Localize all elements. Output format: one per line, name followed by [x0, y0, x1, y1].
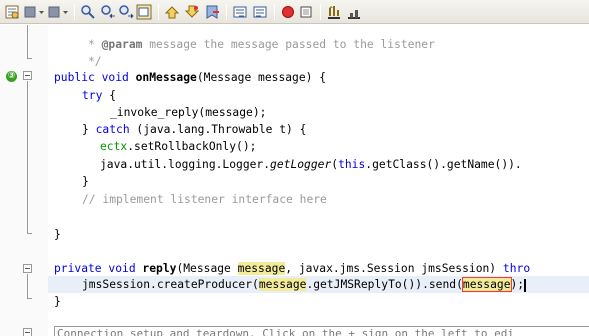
toolbar-separator	[320, 4, 321, 20]
shift-right-icon[interactable]	[184, 4, 200, 20]
code-line-3: public void onMessage(Message message) {	[54, 71, 327, 84]
editor-toolbar	[0, 0, 589, 24]
code-line-5: _invoke_reply(message);	[110, 106, 267, 119]
code-line-14: }	[54, 295, 61, 308]
toolbar-separator	[158, 4, 159, 20]
fold-toggle-collapsed[interactable]	[23, 328, 32, 336]
fold-line	[27, 81, 28, 233]
forward-dropdown-icon[interactable]	[62, 4, 69, 20]
back-icon[interactable]	[24, 4, 38, 20]
code-line-11: }	[54, 228, 61, 241]
matched-occurrence: message	[461, 277, 512, 292]
fold-end	[27, 298, 32, 299]
shift-left-icon[interactable]	[164, 4, 180, 20]
code-line-1: * @param message the message passed to t…	[54, 38, 435, 51]
fold-end	[27, 233, 32, 234]
text-caret	[524, 278, 527, 292]
editor-gutter: ③	[0, 25, 48, 336]
find-next-icon[interactable]	[118, 4, 134, 20]
history-icon[interactable]	[4, 4, 20, 20]
find-previous-icon[interactable]	[100, 4, 116, 20]
code-editor[interactable]: * @param message the message passed to t…	[48, 25, 589, 336]
collapsed-code-fold[interactable]: Connection setup and teardown. Click on …	[54, 326, 589, 336]
next-bookmark-icon[interactable]	[252, 4, 268, 20]
toolbar-separator	[226, 4, 227, 20]
chart-icon[interactable]	[346, 4, 362, 20]
code-line-6: } catch (java.lang.Throwable t) {	[82, 123, 307, 136]
code-line-4: try {	[82, 89, 117, 102]
toolbar-separator	[74, 4, 75, 20]
previous-bookmark-icon[interactable]	[232, 4, 248, 20]
code-line-10: // implement listener interface here	[82, 193, 327, 206]
forward-icon[interactable]	[48, 4, 62, 20]
fold-toggle-onmessage[interactable]	[23, 71, 32, 80]
find-icon[interactable]	[80, 4, 96, 20]
code-line-13: jmsSession.createProducer(message.getJMS…	[82, 277, 527, 292]
toolbar-separator	[274, 4, 275, 20]
run-icon[interactable]	[326, 4, 342, 20]
fold-toggle-reply[interactable]	[23, 264, 32, 273]
code-line-8: java.util.logging.Logger.getLogger(this.…	[100, 158, 522, 171]
code-line-2: */	[54, 55, 102, 68]
toggle-highlight-icon[interactable]	[136, 4, 152, 20]
annotation-badge[interactable]: ③	[6, 71, 17, 82]
fold-end	[27, 58, 32, 59]
start-macro-icon[interactable]	[280, 4, 296, 20]
code-line-12: private void reply(Message message, java…	[54, 262, 531, 275]
fold-line	[27, 25, 28, 58]
code-line-9: }	[82, 175, 89, 188]
code-line-7: ectx.setRollbackOnly();	[100, 140, 257, 153]
fold-line	[27, 274, 28, 298]
toggle-bookmark-icon[interactable]	[204, 4, 220, 20]
stop-macro-icon[interactable]	[298, 4, 314, 20]
back-dropdown-icon[interactable]	[38, 4, 45, 20]
